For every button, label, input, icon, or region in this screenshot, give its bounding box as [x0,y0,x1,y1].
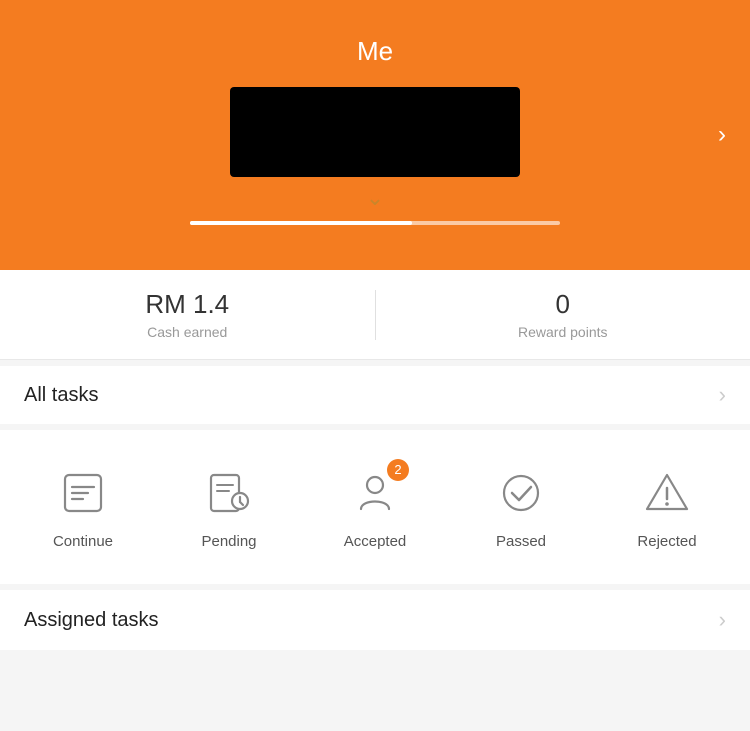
all-tasks-row[interactable]: All tasks › [0,360,750,430]
task-rejected-button[interactable]: Rejected [594,465,740,550]
profile-chevron-icon: ⌄ [366,185,384,211]
pending-label: Pending [201,533,256,550]
header-chevron-right-icon[interactable]: › [718,121,726,149]
task-pending-button[interactable]: Pending [156,465,302,550]
assigned-tasks-chevron-icon: › [719,607,726,633]
task-continue-button[interactable]: Continue [10,465,156,550]
all-tasks-chevron-icon: › [719,382,726,408]
cash-value: RM 1.4 [145,289,229,320]
profile-card[interactable] [230,87,520,177]
passed-label: Passed [496,533,546,550]
passed-icon-wrapper [493,465,549,521]
assigned-tasks-row[interactable]: Assigned tasks › [0,590,750,650]
reward-value: 0 [556,289,570,320]
task-accepted-button[interactable]: 2 Accepted [302,465,448,550]
header-section: Me ⌄ › [0,0,750,270]
progress-bar [190,221,560,225]
page-title: Me [357,36,393,67]
rejected-label: Rejected [637,533,696,550]
pending-icon [207,471,251,515]
continue-label: Continue [53,533,113,550]
assigned-tasks-label: Assigned tasks [24,609,159,632]
cash-earned-stat: RM 1.4 Cash earned [0,289,375,340]
rejected-icon [645,471,689,515]
accepted-badge: 2 [387,459,409,481]
progress-bar-fill [190,221,412,225]
passed-icon [499,471,543,515]
accepted-icon-wrapper: 2 [347,465,403,521]
pending-icon-wrapper [201,465,257,521]
reward-points-stat: 0 Reward points [376,289,750,340]
reward-label: Reward points [518,324,608,340]
rejected-icon-wrapper [639,465,695,521]
continue-icon [61,471,105,515]
task-icons-section: Continue Pending 2 Accepted [0,430,750,590]
all-tasks-label: All tasks [24,384,98,407]
accepted-label: Accepted [344,533,407,550]
stats-section: RM 1.4 Cash earned 0 Reward points [0,270,750,360]
task-passed-button[interactable]: Passed [448,465,594,550]
cash-label: Cash earned [147,324,227,340]
continue-icon-wrapper [55,465,111,521]
